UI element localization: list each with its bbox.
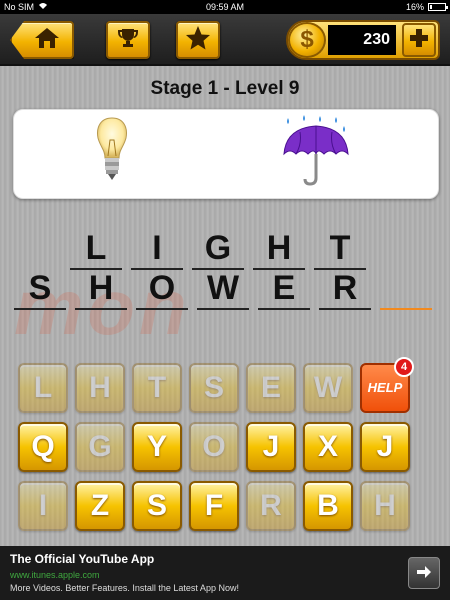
star-button[interactable] [176, 21, 220, 59]
answer-word-1: L I G H T [70, 228, 375, 270]
letter-keyboard: L H T S E W HELP 4 Q G Y O J X J I Z S F… [18, 357, 417, 540]
letter-key[interactable]: Y [132, 422, 182, 472]
letter-key[interactable]: J [360, 422, 410, 472]
answer-slot[interactable]: L [70, 228, 122, 270]
letter-key[interactable]: I [18, 481, 68, 531]
letter-key[interactable]: O [189, 422, 239, 472]
letter-key[interactable]: L [18, 363, 68, 413]
add-coins-button[interactable] [402, 23, 436, 57]
letter-key[interactable]: Q [18, 422, 68, 472]
answer-word-2: S H O W E R [14, 268, 441, 310]
letter-key[interactable]: J [246, 422, 296, 472]
top-bar: $ 230 [0, 14, 450, 66]
letter-key[interactable]: F [189, 481, 239, 531]
letter-key[interactable]: R [246, 481, 296, 531]
answer-slot[interactable]: I [131, 228, 183, 270]
letter-key[interactable]: Z [75, 481, 125, 531]
answer-slot[interactable]: O [136, 268, 188, 310]
help-button[interactable]: HELP 4 [360, 357, 414, 413]
help-label: HELP [367, 380, 403, 395]
carrier-label: No SIM [4, 2, 35, 12]
letter-key[interactable]: H [75, 363, 125, 413]
ad-open-button[interactable] [408, 557, 440, 589]
answer-slot[interactable]: S [14, 268, 66, 310]
trophy-button[interactable] [106, 21, 150, 59]
help-count-badge: 4 [394, 357, 414, 377]
answer-slot[interactable]: T [314, 228, 366, 270]
home-button[interactable] [10, 21, 74, 59]
dollar-coin-icon: $ [288, 22, 326, 58]
trophy-icon [116, 26, 140, 55]
letter-key[interactable]: G [75, 422, 125, 472]
stage-title: Stage 1 - Level 9 [150, 78, 300, 99]
status-time: 09:59 AM [205, 2, 245, 12]
clue-panel [13, 109, 439, 199]
answer-slot-empty[interactable] [380, 268, 432, 310]
key-row-3: I Z S F R B H [18, 481, 417, 531]
battery-percent: 16% [405, 2, 424, 12]
ad-title: The Official YouTube App [10, 552, 155, 566]
answer-slot[interactable]: H [253, 228, 305, 270]
letter-key[interactable]: S [132, 481, 182, 531]
plus-icon [409, 28, 429, 53]
letter-key[interactable]: X [303, 422, 353, 472]
umbrella-rain-emoji [280, 114, 352, 193]
letter-key[interactable]: S [189, 363, 239, 413]
coin-count: 230 [328, 25, 396, 55]
home-icon [34, 26, 60, 55]
letter-key[interactable]: H [360, 481, 410, 531]
answer-slot[interactable]: G [192, 228, 244, 270]
answer-slot[interactable]: H [75, 268, 127, 310]
coin-balance: $ 230 [286, 20, 440, 60]
battery-icon [428, 3, 448, 11]
answer-slot[interactable]: W [197, 268, 249, 310]
ad-description: More Videos. Better Features. Install th… [10, 583, 239, 593]
key-row-1: L H T S E W HELP 4 [18, 357, 417, 413]
answer-slot[interactable]: E [258, 268, 310, 310]
ad-url: www.itunes.apple.com [10, 570, 100, 580]
key-row-2: Q G Y O J X J [18, 422, 417, 472]
answer-slot[interactable]: R [319, 268, 371, 310]
light-bulb-emoji [94, 116, 130, 189]
ad-banner[interactable]: The Official YouTube App www.itunes.appl… [0, 546, 450, 600]
letter-key[interactable]: T [132, 363, 182, 413]
letter-key[interactable]: B [303, 481, 353, 531]
wifi-icon [38, 2, 48, 12]
status-bar: No SIM 09:59 AM 16% [0, 0, 450, 14]
star-icon [185, 25, 211, 56]
letter-key[interactable]: E [246, 363, 296, 413]
letter-key[interactable]: W [303, 363, 353, 413]
arrow-right-icon [416, 563, 432, 584]
